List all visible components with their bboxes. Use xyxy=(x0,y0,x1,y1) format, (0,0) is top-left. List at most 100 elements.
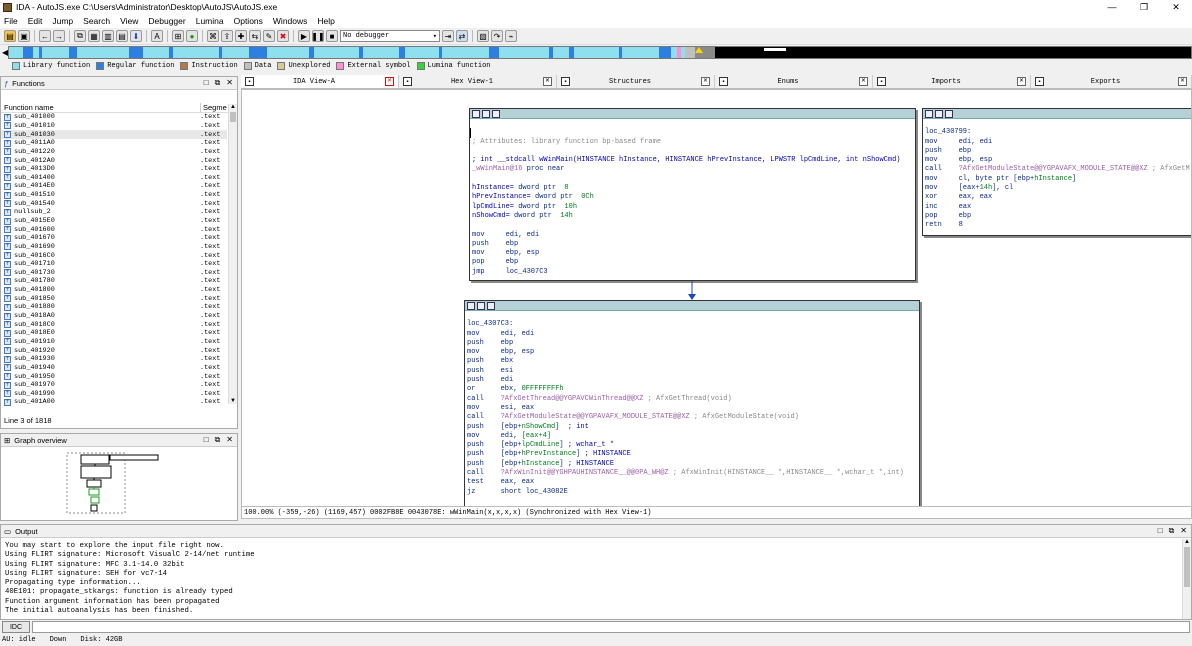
function-row[interactable]: f sub_401780 .text xyxy=(1,277,227,286)
code-line[interactable] xyxy=(470,119,915,128)
function-row[interactable]: f sub_401670 .text xyxy=(1,234,227,243)
function-row[interactable]: f sub_401880 .text xyxy=(1,303,227,312)
node-text-icon[interactable] xyxy=(945,109,953,118)
function-row[interactable]: f sub_401920 .text xyxy=(1,346,227,355)
node-graph-icon[interactable] xyxy=(477,301,485,310)
node-graph-icon[interactable] xyxy=(482,109,490,118)
tab-close-icon[interactable]: ✕ xyxy=(543,77,552,86)
code-line[interactable]: call ?AfxGetModuleState@@YGPAVAFX_MODULE… xyxy=(923,165,1191,174)
back-arrow-icon[interactable]: ← xyxy=(39,30,51,42)
code-line[interactable]: retn 8 xyxy=(923,221,1191,230)
function-row[interactable]: f sub_4016C0 .text xyxy=(1,251,227,260)
node-color-icon[interactable] xyxy=(467,301,475,310)
function-row[interactable]: f sub_401690 .text xyxy=(1,243,227,252)
debugger-select[interactable]: No debugger ▾ xyxy=(340,30,440,42)
plugin-icon[interactable]: ✚ xyxy=(235,30,247,42)
tab-close-icon[interactable]: ✕ xyxy=(859,77,868,86)
function-row[interactable]: f sub_401540 .text xyxy=(1,199,227,208)
tab-close-icon[interactable]: ✕ xyxy=(1178,77,1187,86)
code-line[interactable]: call ?AfxWinInit@@YGHPAUHINSTANCE__@@0PA… xyxy=(465,469,919,478)
run-icon[interactable]: ▶ xyxy=(298,30,310,42)
menu-help[interactable]: Help xyxy=(313,16,338,26)
output-scrollbar[interactable]: ▲ xyxy=(1182,539,1191,619)
function-row[interactable]: f sub_4014E0 .text xyxy=(1,182,227,191)
text-icon[interactable]: ▤ xyxy=(116,30,128,42)
code-line[interactable]: mov edi, edi xyxy=(470,231,915,240)
maximize-button[interactable]: ❐ xyxy=(1128,0,1160,14)
tab-imports[interactable]: ▪ Imports ✕ xyxy=(873,75,1031,88)
code-line[interactable]: pop ebp xyxy=(470,258,915,267)
function-row[interactable]: f sub_401010 .text xyxy=(1,122,227,131)
graph-node-loc-430799[interactable]: loc_430799: mov edi, edi push ebp mov ebp, … xyxy=(922,108,1191,236)
code-line[interactable]: mov ebp, esp xyxy=(465,348,919,357)
sync-icon[interactable]: ⇄ xyxy=(456,30,468,42)
function-row[interactable]: f sub_401030 .text xyxy=(1,130,227,139)
code-line[interactable]: mov [eax+14h], cl xyxy=(923,184,1191,193)
tab-close-icon[interactable]: ✕ xyxy=(385,77,394,86)
pause-icon[interactable]: ❚❚ xyxy=(311,30,325,42)
play-green-icon[interactable]: ● xyxy=(186,30,198,42)
function-row[interactable]: f sub_401800 .text xyxy=(1,286,227,295)
col-segment[interactable]: Segme xyxy=(200,102,227,112)
graph-node-loc-4307c3[interactable]: loc_4307C3: mov edi, edi push ebp mov ebp, … xyxy=(464,300,920,506)
col-function-name[interactable]: Function name xyxy=(1,103,200,112)
scroll-up-icon[interactable]: ▲ xyxy=(229,104,237,110)
scroll-down-icon[interactable]: ▼ xyxy=(229,398,237,404)
stop-icon[interactable]: ■ xyxy=(326,30,338,42)
function-row[interactable]: f sub_401000 .text xyxy=(1,113,227,122)
code-line[interactable]: jmp loc_4307C3 xyxy=(470,268,915,277)
code-line[interactable]: push edi xyxy=(465,376,919,385)
navigation-band[interactable] xyxy=(8,46,1192,59)
function-row[interactable]: f sub_401730 .text xyxy=(1,269,227,278)
code-line[interactable]: mov cl, byte ptr [ebp+hInstance] xyxy=(923,175,1191,184)
ida-hint-icon[interactable]: ⌁ xyxy=(505,30,517,42)
open-file-icon[interactable]: ▤ xyxy=(4,30,16,42)
code-line[interactable]: loc_430799: xyxy=(923,128,1191,137)
function-row[interactable]: f sub_401220 .text xyxy=(1,148,227,157)
code-line[interactable]: hPrevInstance= dword ptr 0Ch xyxy=(470,193,915,202)
binary-icon[interactable]: ▦ xyxy=(88,30,100,42)
menu-search[interactable]: Search xyxy=(79,16,114,26)
function-row[interactable]: f sub_4015E0 .text xyxy=(1,217,227,226)
scroll-thumb[interactable] xyxy=(1184,547,1190,587)
code-line[interactable]: push [ebp+hPrevInstance] ; HINSTANCE xyxy=(465,450,919,459)
function-row[interactable]: f sub_4018C0 .text xyxy=(1,320,227,329)
code-line[interactable]: push ebx xyxy=(465,357,919,366)
hex-icon[interactable]: ▥ xyxy=(102,30,114,42)
save-icon[interactable]: ▣ xyxy=(18,30,30,42)
function-row[interactable]: f sub_401910 .text xyxy=(1,338,227,347)
node-color-icon[interactable] xyxy=(472,109,480,118)
functions-scrollbar[interactable]: ▲ ▼ xyxy=(228,104,237,404)
function-row[interactable]: f sub_401940 .text xyxy=(1,364,227,373)
panel-maximize-icon[interactable]: □ xyxy=(1158,526,1163,536)
code-line[interactable]: push ebp xyxy=(923,147,1191,156)
tab-structures[interactable]: ▪ Structures ✕ xyxy=(557,75,715,88)
code-line[interactable] xyxy=(470,221,915,230)
function-row[interactable]: f sub_401950 .text xyxy=(1,372,227,381)
code-line[interactable]: call ?AfxGetThread@@YGPAVCWinThread@@XZ … xyxy=(465,395,919,404)
code-line[interactable]: inc eax xyxy=(923,203,1191,212)
tree-icon[interactable]: ⌘ xyxy=(207,30,219,42)
node-graph-icon[interactable] xyxy=(935,109,943,118)
graph-overview-thumbnail[interactable] xyxy=(1,447,237,519)
panel-close-icon[interactable]: ✕ xyxy=(226,78,233,88)
code-line[interactable]: push esi xyxy=(465,367,919,376)
code-line[interactable]: ; Attributes: library function bp-based … xyxy=(470,138,915,147)
jump-down-icon[interactable]: ⬇ xyxy=(130,30,142,42)
code-line[interactable]: mov edi, edi xyxy=(923,138,1191,147)
function-row[interactable]: f sub_401400 .text xyxy=(1,173,227,182)
menu-options[interactable]: Options xyxy=(230,16,267,26)
forward-arrow-icon[interactable]: → xyxy=(53,30,65,42)
tab-hex-view-1[interactable]: ▪ Hex View-1 ✕ xyxy=(399,75,557,88)
function-row[interactable]: f sub_401850 .text xyxy=(1,294,227,303)
code-line[interactable]: push [ebp+nShowCmd] ; int xyxy=(465,423,919,432)
code-line[interactable] xyxy=(470,147,915,156)
code-line[interactable]: mov esi, eax xyxy=(465,404,919,413)
code-line[interactable] xyxy=(465,311,919,320)
code-line[interactable]: push [ebp+hInstance] ; HINSTANCE xyxy=(465,460,919,469)
code-line[interactable]: test eax, eax xyxy=(465,478,919,487)
code-line[interactable]: push [ebp+lpCmdLine] ; wchar_t * xyxy=(465,441,919,450)
command-input[interactable] xyxy=(32,621,1190,633)
menu-debugger[interactable]: Debugger xyxy=(144,16,189,26)
code-line[interactable]: xor eax, eax xyxy=(923,193,1191,202)
